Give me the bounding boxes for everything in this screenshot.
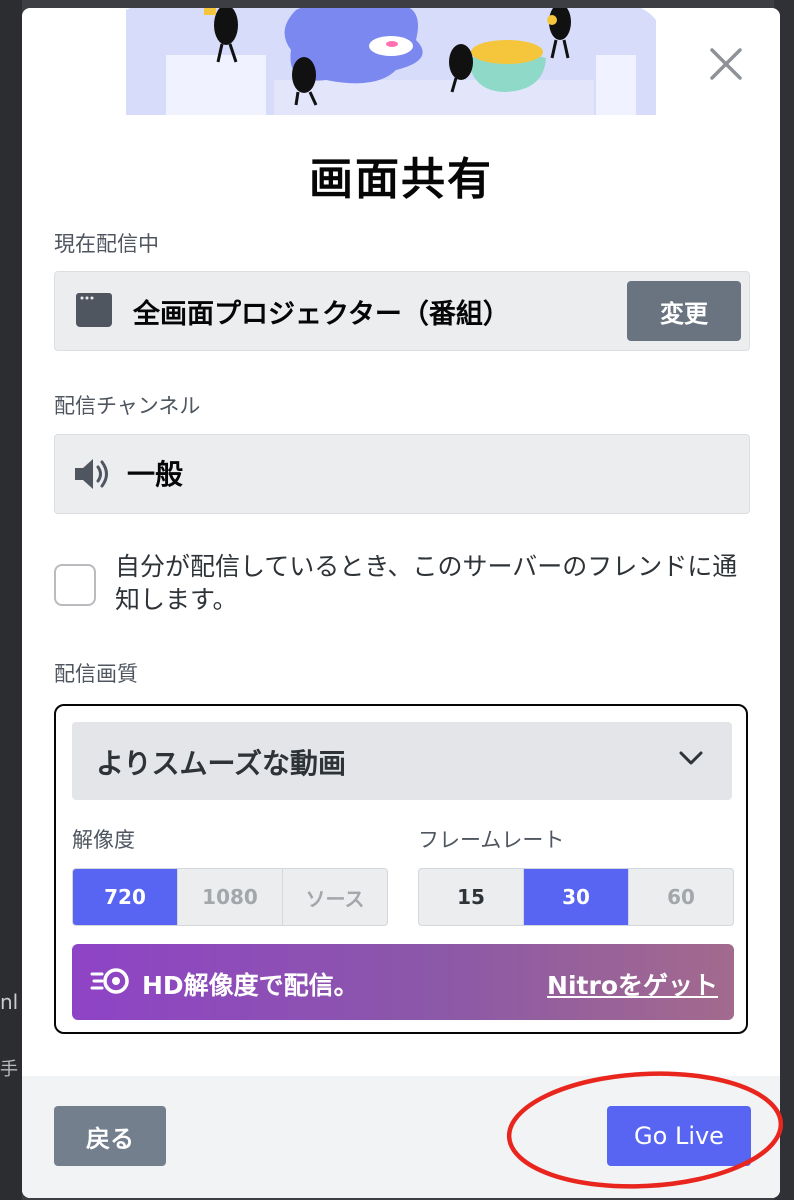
- channel-select[interactable]: 一般: [54, 434, 750, 514]
- framerate-option-15[interactable]: 15: [419, 869, 524, 925]
- framerate-option-30[interactable]: 30: [524, 869, 629, 925]
- resolution-option-1080[interactable]: 1080: [178, 869, 283, 925]
- nitro-upsell-text: HD解像度で配信。: [142, 971, 359, 1000]
- background-left-panel: [0, 0, 22, 1200]
- get-nitro-link[interactable]: Nitroをゲット: [547, 966, 718, 1002]
- modal-title: 画面共有: [309, 154, 493, 205]
- resolution-label: 解像度: [72, 828, 135, 852]
- quality-label: 配信画質: [54, 662, 138, 686]
- modal-footer: 戻る Go Live: [22, 1076, 780, 1198]
- header-illustration: [126, 8, 656, 115]
- nitro-upsell-banner: HD解像度で配信。 Nitroをゲット: [72, 944, 734, 1020]
- go-live-button[interactable]: Go Live: [607, 1106, 751, 1166]
- channel-name: 一般: [127, 458, 184, 491]
- stream-quality-panel: よりスムーズな動画 解像度 フレームレート 720 1080 ソース 15 30…: [54, 704, 748, 1034]
- framerate-label: フレームレート: [418, 828, 565, 852]
- background-text-2: 手: [0, 1059, 18, 1080]
- change-source-button[interactable]: 変更: [627, 281, 741, 341]
- nitro-icon: [90, 968, 129, 994]
- notify-friends-label: 自分が配信しているとき、このサーバーのフレンドに通知します。: [115, 552, 738, 614]
- window-icon: [76, 293, 112, 327]
- quality-preset-dropdown[interactable]: よりスムーズな動画: [72, 722, 732, 800]
- framerate-option-60[interactable]: 60: [629, 869, 733, 925]
- resolution-option-source[interactable]: ソース: [283, 869, 387, 925]
- background-text: nl: [0, 990, 19, 1014]
- source-name: 全画面プロジェクター（番組）: [133, 299, 510, 330]
- resolution-selector: 720 1080 ソース: [72, 868, 388, 926]
- close-icon[interactable]: [708, 46, 744, 82]
- chevron-down-icon: [679, 751, 703, 765]
- framerate-selector: 15 30 60: [418, 868, 734, 926]
- back-button[interactable]: 戻る: [54, 1106, 166, 1166]
- notify-friends-checkbox[interactable]: [54, 564, 96, 606]
- resolution-option-720[interactable]: 720: [73, 869, 178, 925]
- channel-label: 配信チャンネル: [54, 394, 201, 418]
- current-stream-label: 現在配信中: [54, 232, 159, 256]
- preset-label: よりスムーズな動画: [96, 747, 347, 780]
- speaker-icon: [75, 459, 108, 489]
- screen-share-modal: 画面共有 現在配信中 全画面プロジェクター（番組） 変更 配信チャンネル 一般 …: [22, 8, 780, 1198]
- current-stream-source: 全画面プロジェクター（番組） 変更: [54, 271, 750, 351]
